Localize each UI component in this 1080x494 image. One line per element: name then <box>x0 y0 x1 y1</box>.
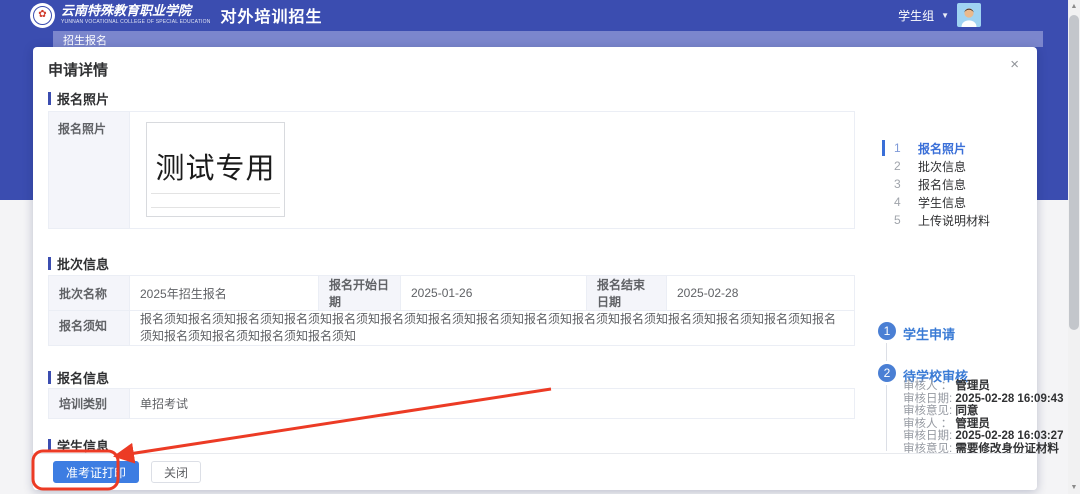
field-label: 报名开始日期 <box>319 276 401 311</box>
field-value: 2025-01-26 <box>401 276 587 311</box>
college-name: 云南特殊教育职业学院 YUNNAN VOCATIONAL COLLEGE OF … <box>61 5 211 25</box>
anchor-item-photo[interactable]: 1 报名照片 <box>882 139 1032 157</box>
print-admission-ticket-button[interactable]: 准考证打印 <box>53 461 139 483</box>
anchor-item-materials[interactable]: 5 上传说明材料 <box>882 211 1032 229</box>
review-detail-row: 审核人 ： 管理员 <box>903 380 1043 393</box>
anchor-nav: 1 报名照片 2 批次信息 3 报名信息 4 学生信息 5 上传说明材料 <box>882 139 1032 229</box>
application-detail-modal: 申请详情 × 报名照片 报名照片 测试专用 批次信息 批次名称 <box>33 47 1037 490</box>
photo-watermark-text: 测试专用 <box>155 145 275 187</box>
review-details: 审核人 ： 管理员 审核日期: 2025-02-28 16:09:43 审核意见… <box>903 380 1043 456</box>
avatar[interactable] <box>957 3 981 27</box>
table-row: 报名须知 报名须知报名须知报名须知报名须知报名须知报名须知报名须知报名须知报名须… <box>49 311 855 346</box>
section-heading-student: 学生信息 <box>48 438 109 452</box>
review-detail-row: 审核人 ： 管理员 <box>903 418 1043 431</box>
review-detail-row: 审核日期: 2025-02-28 16:09:43 <box>903 393 1043 406</box>
top-navbar: ✿ 云南特殊教育职业学院 YUNNAN VOCATIONAL COLLEGE O… <box>0 0 1068 30</box>
chevron-down-icon[interactable]: ▼ <box>941 11 949 20</box>
step-2-badge: 2 <box>878 364 896 382</box>
close-icon[interactable]: × <box>1010 57 1019 72</box>
photo-line <box>151 193 280 194</box>
app-title: 对外培训招生 <box>221 3 323 27</box>
college-logo-icon: ✿ <box>30 3 55 28</box>
tab-admission-registration[interactable]: 招生报名 <box>63 35 107 47</box>
field-value: 2025年招生报名 <box>130 276 319 311</box>
timeline-connector <box>886 343 887 361</box>
step-1-title: 学生申请 <box>903 324 955 343</box>
section-heading-photo: 报名照片 <box>48 91 109 105</box>
browser-scrollbar[interactable]: ▲ ▼ <box>1068 0 1080 494</box>
section-bar <box>48 371 51 384</box>
logo-emblem-icon: ✿ <box>38 10 46 20</box>
field-label: 培训类别 <box>49 389 130 419</box>
field-label: 批次名称 <box>49 276 130 311</box>
section-bar <box>48 439 51 452</box>
user-group-label[interactable]: 学生组 <box>898 7 934 24</box>
timeline-connector <box>886 385 887 451</box>
notice-text: 报名须知报名须知报名须知报名须知报名须知报名须知报名须知报名须知报名须知报名须知… <box>130 311 855 346</box>
section-heading-batch: 批次信息 <box>48 256 109 270</box>
modal-footer: 准考证打印 关闭 <box>33 453 1037 490</box>
anchor-item-student[interactable]: 4 学生信息 <box>882 193 1032 211</box>
applicant-photo: 测试专用 <box>146 122 285 217</box>
section-bar <box>48 92 51 105</box>
table-row: 批次名称 2025年招生报名 报名开始日期 2025-01-26 报名结束日期 … <box>49 276 855 311</box>
apply-info-table: 培训类别 单招考试 <box>48 388 855 419</box>
logo-ring: ✿ <box>33 6 52 25</box>
field-value: 2025-02-28 <box>667 276 855 311</box>
section-bar <box>48 257 51 270</box>
section-heading-apply: 报名信息 <box>48 370 109 384</box>
anchor-item-batch[interactable]: 2 批次信息 <box>882 157 1032 175</box>
table-row: 培训类别 单招考试 <box>49 389 855 419</box>
tab-bar: 招生报名 <box>53 31 1043 47</box>
review-detail-row: 审核日期: 2025-02-28 16:03:27 <box>903 430 1043 443</box>
college-name-en: YUNNAN VOCATIONAL COLLEGE OF SPECIAL EDU… <box>61 19 211 25</box>
field-label: 报名结束日期 <box>587 276 667 311</box>
photo-field-value: 测试专用 <box>130 112 854 228</box>
user-menu[interactable]: 学生组 ▼ <box>898 0 981 30</box>
scrollbar-thumb[interactable] <box>1069 15 1079 330</box>
app: ✿ 云南特殊教育职业学院 YUNNAN VOCATIONAL COLLEGE O… <box>0 0 1080 494</box>
field-value: 单招考试 <box>130 389 855 419</box>
scroll-down-icon[interactable]: ▼ <box>1068 484 1080 491</box>
review-detail-row: 审核意见: 同意 <box>903 405 1043 418</box>
close-button[interactable]: 关闭 <box>151 461 201 483</box>
active-indicator <box>882 140 885 156</box>
field-label: 报名须知 <box>49 311 130 346</box>
photo-line <box>151 207 280 208</box>
batch-info-table: 批次名称 2025年招生报名 报名开始日期 2025-01-26 报名结束日期 … <box>48 275 855 346</box>
modal-title: 申请详情 <box>48 59 108 80</box>
photo-field-label: 报名照片 <box>49 112 130 228</box>
college-name-cn: 云南特殊教育职业学院 <box>61 5 211 19</box>
scroll-up-icon[interactable]: ▲ <box>1068 3 1080 10</box>
avatar-person-icon <box>957 3 981 27</box>
step-1-badge: 1 <box>878 322 896 340</box>
photo-row: 报名照片 测试专用 <box>48 111 855 229</box>
anchor-item-apply[interactable]: 3 报名信息 <box>882 175 1032 193</box>
